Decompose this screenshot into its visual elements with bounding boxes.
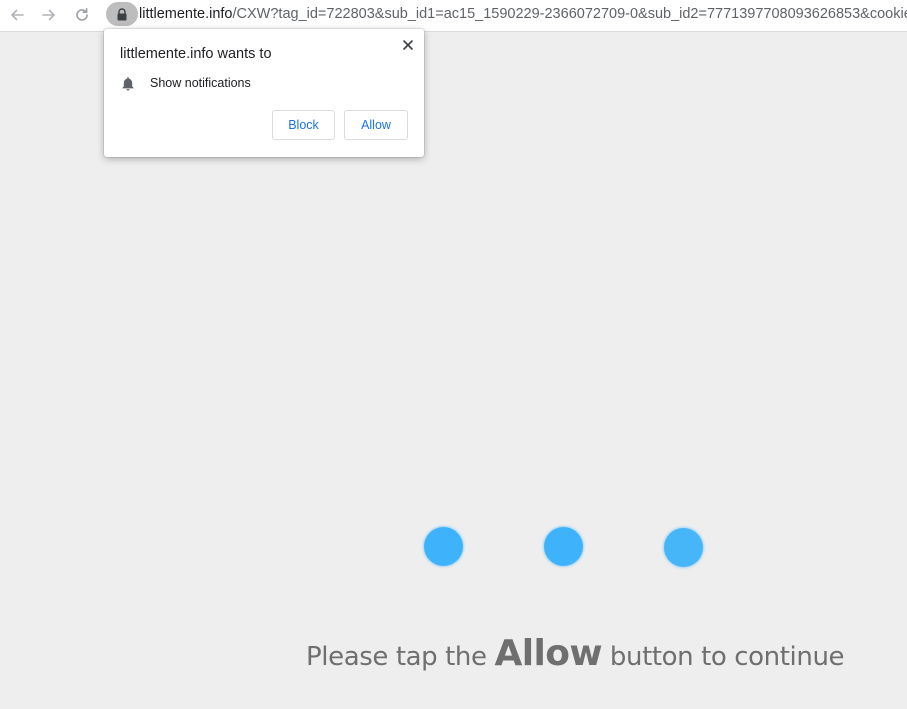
- forward-button[interactable]: [38, 4, 60, 26]
- loading-dot: [544, 527, 583, 566]
- loading-dot: [424, 527, 463, 566]
- bell-icon: [121, 76, 135, 96]
- lock-icon: [117, 7, 127, 20]
- reload-icon: [76, 8, 88, 21]
- permission-label: Show notifications: [150, 76, 251, 90]
- arrow-left-icon: [11, 9, 24, 21]
- message-suffix: button to continue: [602, 642, 845, 672]
- browser-toolbar: littlemente.info/CXW?tag_id=722803&sub_i…: [0, 0, 907, 32]
- message-prefix: Please tap the: [306, 642, 495, 672]
- notification-permission-dialog: littlemente.info wants to Show notificat…: [104, 29, 424, 157]
- dialog-title: littlemente.info wants to: [120, 46, 272, 62]
- block-button[interactable]: Block: [272, 110, 335, 140]
- message-emphasis: Allow: [494, 633, 603, 674]
- url-text: littlemente.info/CXW?tag_id=722803&sub_i…: [139, 5, 907, 23]
- reload-button[interactable]: [71, 4, 93, 26]
- address-bar[interactable]: littlemente.info/CXW?tag_id=722803&sub_i…: [104, 2, 907, 26]
- instruction-message: Please tap the Allow button to continue: [306, 633, 845, 674]
- loading-dot: [664, 528, 703, 567]
- url-host: littlemente.info: [139, 6, 233, 22]
- close-icon: [403, 40, 413, 50]
- url-path: /CXW?tag_id=722803&sub_id1=ac15_1590229-…: [232, 6, 907, 22]
- allow-button[interactable]: Allow: [344, 110, 408, 140]
- site-info-button[interactable]: [106, 2, 138, 26]
- back-button[interactable]: [6, 4, 28, 26]
- close-button[interactable]: [400, 37, 416, 53]
- arrow-right-icon: [42, 9, 55, 21]
